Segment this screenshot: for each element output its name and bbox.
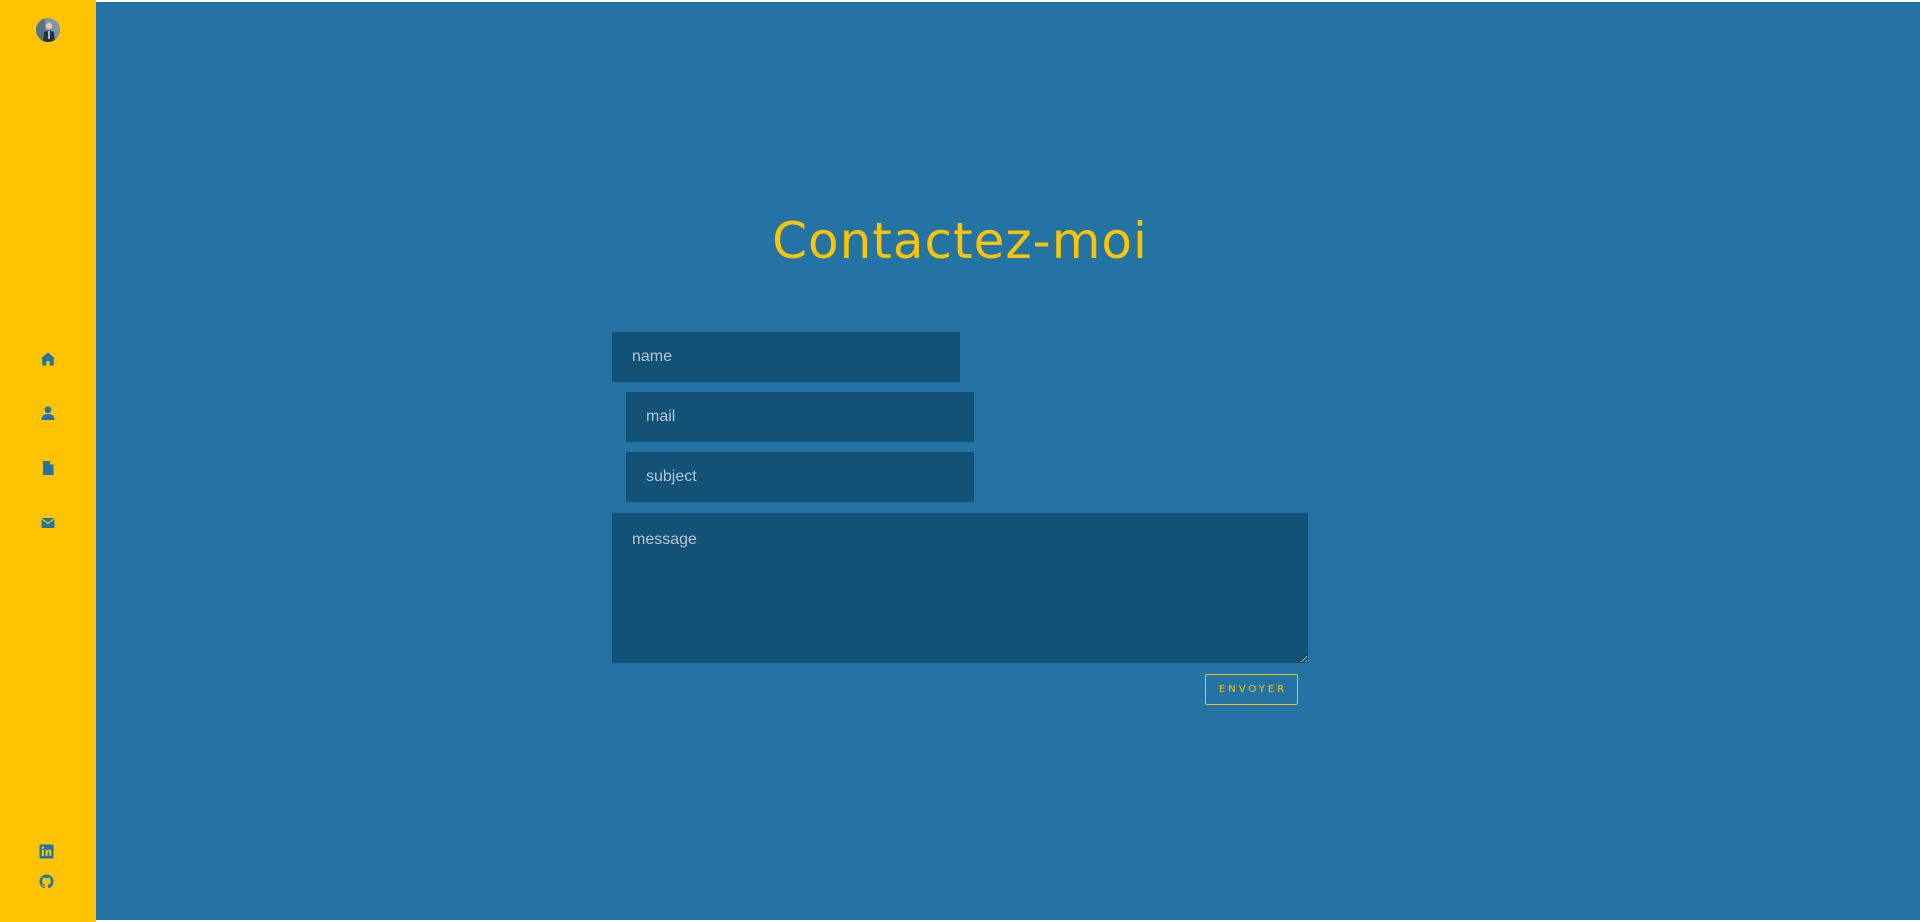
sidebar: [0, 0, 96, 922]
main-content: Contactez-moi ENVOYER: [96, 2, 1920, 920]
linkedin-icon[interactable]: [37, 842, 55, 860]
mail-input[interactable]: [626, 392, 974, 442]
github-icon[interactable]: [37, 872, 55, 890]
envelope-icon[interactable]: [38, 513, 58, 533]
user-icon[interactable]: [38, 403, 58, 423]
page-title: Contactez-moi: [772, 212, 1148, 270]
app-root: Contactez-moi ENVOYER: [0, 0, 1920, 922]
home-icon[interactable]: [38, 349, 58, 369]
avatar[interactable]: [36, 18, 60, 42]
file-icon[interactable]: [38, 458, 58, 478]
message-textarea[interactable]: [612, 513, 1308, 663]
subject-input[interactable]: [626, 452, 974, 502]
send-button[interactable]: ENVOYER: [1205, 674, 1298, 705]
name-input[interactable]: [612, 332, 960, 382]
